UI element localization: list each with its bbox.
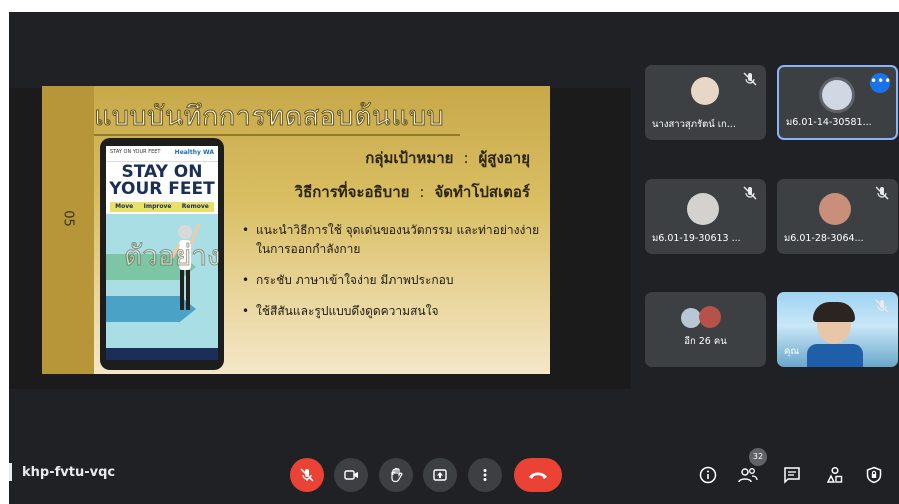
poster-tab: Move xyxy=(115,203,134,210)
more-participants-tile[interactable]: อีก 26 คน xyxy=(645,292,766,367)
avatar xyxy=(691,77,719,105)
people-icon xyxy=(738,468,758,483)
self-hair xyxy=(813,302,855,322)
avatar xyxy=(819,193,851,225)
camera-toggle-button[interactable] xyxy=(334,458,368,492)
more-options-button[interactable] xyxy=(468,458,502,492)
mic-off-icon xyxy=(743,186,757,200)
self-view-tile[interactable]: คุณ xyxy=(777,292,898,367)
participant-name: คุณ xyxy=(784,346,800,357)
method-field: วิธีการที่จะอธิบาย: จัดทำโปสเตอร์ xyxy=(295,180,530,204)
target-separator: : xyxy=(463,149,469,167)
slide-number: 05 xyxy=(60,210,76,227)
target-group-field: กลุ่มเป้าหมาย: ผู้สูงอายุ xyxy=(365,146,530,170)
meeting-code[interactable]: khp-fvtu-vqc xyxy=(22,465,115,480)
mic-off-icon xyxy=(300,468,314,482)
mic-off-icon xyxy=(743,72,757,86)
more-vert-icon xyxy=(483,469,487,481)
mic-off-icon xyxy=(875,299,889,313)
host-controls-button[interactable] xyxy=(861,462,887,488)
poster-logo-right: Healthy WA xyxy=(174,149,214,156)
leave-call-button[interactable] xyxy=(514,458,562,492)
poster-title: STAY ON YOUR FEET xyxy=(109,162,215,199)
avatar xyxy=(687,193,719,225)
avatar xyxy=(819,77,855,113)
avatar xyxy=(699,306,721,328)
participant-name: นางสาวสุภรัตน์ เก... xyxy=(652,119,736,130)
bullet-item: แนะนำวิธีการใช้ จุดเด่นของนวัตกรรม และท่… xyxy=(242,221,542,259)
participant-name: ม6.01-14-30581... xyxy=(786,117,872,128)
host-controls-icon xyxy=(866,466,882,484)
slide-title: แบบบันทึกการทดสอบต้นแบบ xyxy=(93,101,445,133)
title-underline xyxy=(94,134,460,136)
poster-tabs: Move Improve Remove xyxy=(110,202,214,212)
mic-toggle-button[interactable] xyxy=(290,458,324,492)
bullet-item: ใช้สีสันและรูปแบบดึงดูดความสนใจ xyxy=(242,302,542,321)
camera-icon xyxy=(344,470,358,480)
target-label: กลุ่มเป้าหมาย xyxy=(365,149,454,167)
raise-hand-icon xyxy=(391,467,403,483)
poster-tab: Improve xyxy=(143,203,172,210)
meeting-code-divider xyxy=(9,463,12,481)
chat-button[interactable] xyxy=(779,462,805,488)
bullet-list: แนะนำวิธีการใช้ จุดเด่นของนวัตกรรม และท่… xyxy=(242,221,542,333)
present-screen-icon xyxy=(433,469,447,481)
participant-name: ม6.01-19-30613 ... xyxy=(652,233,741,244)
target-value: ผู้สูงอายุ xyxy=(478,149,531,167)
poster-tab: Remove xyxy=(181,203,209,210)
chat-icon xyxy=(784,467,800,484)
activities-button[interactable] xyxy=(822,462,848,488)
raise-hand-button[interactable] xyxy=(379,458,413,492)
poster-header: STAY ON YOUR FEET Healthy WA xyxy=(106,146,218,162)
participant-name: ม6.01-28-3064... xyxy=(784,233,864,244)
present-screen-button[interactable] xyxy=(423,458,457,492)
participant-tile[interactable]: ม6.01-19-30613 ... xyxy=(645,179,766,254)
bullet-item: กระชับ ภาษาเข้าใจง่าย มีภาพประกอบ xyxy=(242,271,542,290)
method-value: จัดทำโปสเตอร์ xyxy=(434,183,530,201)
avatar xyxy=(681,308,701,328)
activities-icon xyxy=(826,466,843,483)
mic-off-icon xyxy=(875,186,889,200)
participant-tile-active[interactable]: ••• ม6.01-14-30581... xyxy=(777,65,898,140)
poster-footer xyxy=(106,348,218,360)
more-options-icon[interactable]: ••• xyxy=(870,73,891,93)
participant-tile[interactable]: ม6.01-28-3064... xyxy=(777,179,898,254)
sample-watermark: ตัวอย่าง xyxy=(124,239,222,273)
self-shirt xyxy=(807,344,863,367)
meeting-info-button[interactable] xyxy=(695,462,721,488)
method-separator: : xyxy=(419,183,425,201)
end-call-icon xyxy=(529,472,547,479)
method-label: วิธีการที่จะอธิบาย xyxy=(294,183,410,201)
poster-logo-left: STAY ON YOUR FEET xyxy=(110,149,161,155)
people-count-badge: 32 xyxy=(749,448,767,466)
participant-tile[interactable]: นางสาวสุภรัตน์ เก... xyxy=(645,65,766,140)
info-icon xyxy=(699,466,717,484)
meet-window: 05 แบบบันทึกการทดสอบต้นแบบ กลุ่มเป้าหมาย… xyxy=(9,12,899,504)
shared-slide: 05 แบบบันทึกการทดสอบต้นแบบ กลุ่มเป้าหมาย… xyxy=(42,86,550,374)
more-participants-label: อีก 26 คน xyxy=(684,336,727,347)
